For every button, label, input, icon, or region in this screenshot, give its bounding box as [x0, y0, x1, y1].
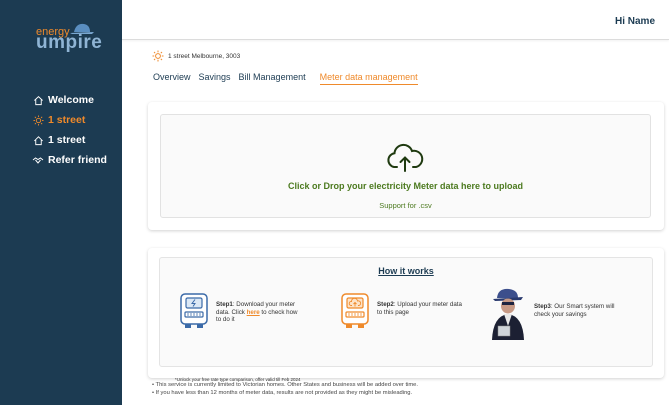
- sidebar-item-label: 1 street: [48, 114, 86, 126]
- handshake-icon: [32, 154, 44, 166]
- sidebar-item-refer-friend[interactable]: Refer friend: [32, 150, 107, 170]
- tab-bar: Overview Savings Bill Management Meter d…: [153, 72, 426, 85]
- upload-instruction: Click or Drop your electricity Meter dat…: [287, 181, 524, 191]
- how-it-works-title: How it works: [378, 266, 434, 276]
- house-icon: [32, 134, 44, 146]
- step-1-text: Step1: Download your meter data. Click h…: [216, 301, 301, 324]
- step-3: Step3: Our Smart system will check your …: [488, 286, 619, 342]
- tab-bill-management[interactable]: Bill Management: [239, 72, 306, 85]
- property-address: 1 street Melbourne, 3003: [152, 50, 240, 62]
- sidebar-item-label: Welcome: [48, 94, 94, 106]
- sidebar-item-street[interactable]: 1 street: [32, 130, 107, 150]
- step-2-text: Step2: Upload your meter data to this pa…: [377, 301, 462, 316]
- user-greeting[interactable]: Hi Name: [615, 16, 655, 27]
- step-1-label: Step1: [216, 301, 233, 308]
- how-it-works-card: How it works Step1: Download your meter …: [148, 248, 664, 382]
- how-it-works-panel: How it works Step1: Download your meter …: [159, 257, 653, 382]
- home-icon: [32, 94, 44, 106]
- tab-savings[interactable]: Savings: [199, 72, 231, 85]
- sidebar-item-street-active[interactable]: 1 street: [32, 110, 107, 130]
- sun-icon: [152, 50, 164, 62]
- sidebar: energy umpire Welcome 1 street 1 street: [0, 0, 122, 405]
- top-bar: Hi Name: [122, 0, 669, 40]
- note-meter-data-months: • If you have less than 12 months of met…: [152, 390, 413, 396]
- umpire-icon: [492, 288, 524, 340]
- sun-icon: [32, 114, 44, 126]
- step-3-text: Step3: Our Smart system will check your …: [534, 303, 619, 318]
- address-text: 1 street Melbourne, 3003: [168, 52, 241, 60]
- meter-data-dropzone[interactable]: Click or Drop your electricity Meter dat…: [160, 114, 651, 218]
- cloud-upload-icon: [387, 143, 424, 172]
- upload-meter-icon: [341, 293, 369, 328]
- sidebar-item-welcome[interactable]: Welcome: [32, 90, 107, 110]
- logo-text-umpire: umpire: [36, 32, 103, 53]
- smart-meter-icon: [180, 293, 208, 328]
- service-notes: • This service is currently limited to V…: [152, 381, 418, 397]
- meter-data-help-link[interactable]: here: [247, 309, 260, 316]
- tab-overview[interactable]: Overview: [153, 72, 191, 85]
- note-victorian-homes: • This service is currently limited to V…: [152, 382, 419, 388]
- tab-meter-data-management[interactable]: Meter data management: [319, 72, 418, 85]
- upload-card: Click or Drop your electricity Meter dat…: [148, 102, 664, 230]
- sidebar-nav: Welcome 1 street 1 street Refer friend: [32, 90, 107, 170]
- step-2: Step2: Upload your meter data to this pa…: [338, 292, 462, 330]
- step-3-label: Step3: [534, 303, 551, 310]
- step-1: Step1: Download your meter data. Click h…: [177, 292, 301, 330]
- supported-format: Support for .csv: [379, 201, 432, 210]
- sidebar-item-label: Refer friend: [48, 154, 107, 166]
- sidebar-item-label: 1 street: [48, 134, 86, 146]
- energy-umpire-logo[interactable]: energy umpire: [28, 22, 103, 58]
- step-2-label: Step2: [377, 301, 394, 308]
